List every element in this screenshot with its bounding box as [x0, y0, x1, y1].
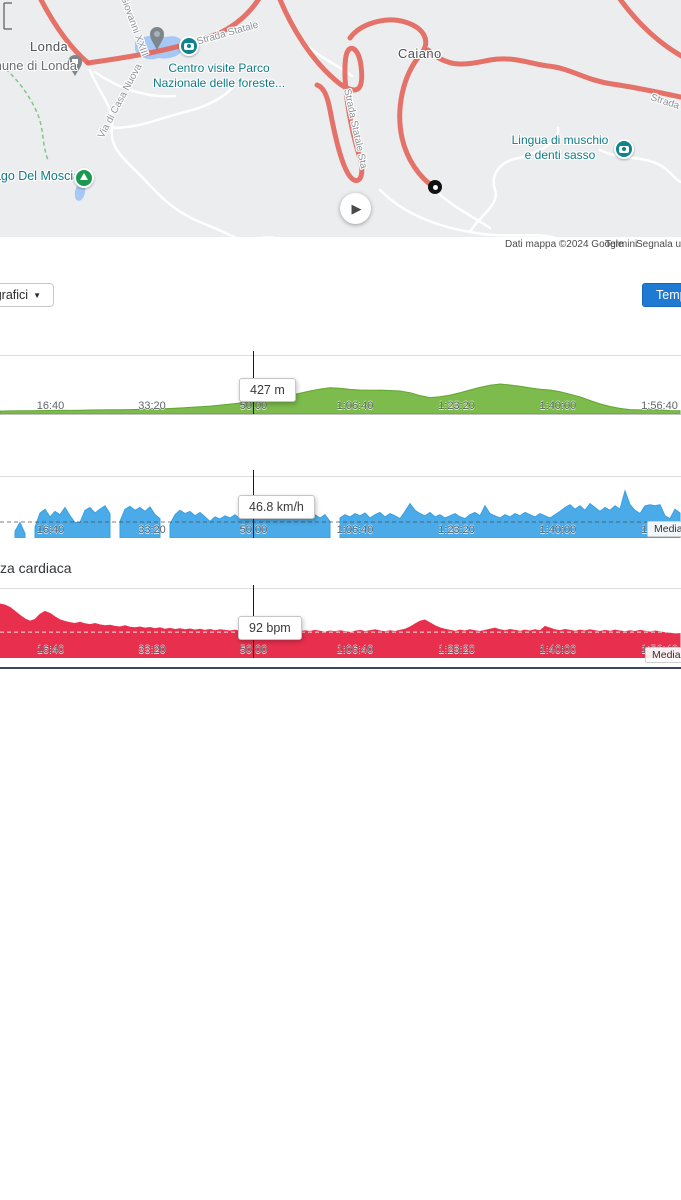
heart-rate-average-label: Media	[645, 647, 681, 663]
chevron-down-icon: ▼	[33, 291, 41, 300]
axis-tick-label: 33:20	[138, 400, 166, 412]
map-trail-path	[0, 60, 48, 160]
camera-pin-icon[interactable]	[614, 139, 634, 159]
tempo-toggle-button[interactable]: Tempo	[642, 283, 681, 307]
position-marker	[428, 180, 442, 194]
tree-pin-icon[interactable]	[74, 168, 94, 188]
scale-ruler-icon	[0, 0, 14, 32]
axis-tick-label: 1:06:40	[337, 644, 374, 656]
axis-tick-label: 33:20	[138, 644, 166, 656]
heart-rate-tooltip: 92 bpm	[238, 616, 302, 640]
map-terms-link[interactable]: Termini	[605, 239, 637, 250]
map-label-centro-visite: Centro visite Parco Nazionale delle fore…	[140, 61, 298, 91]
heart-rate-section-title: za cardiaca	[0, 560, 72, 576]
axis-tick-label: 1:40:00	[540, 644, 577, 656]
axis-tick-label: 16:40	[37, 400, 65, 412]
speed-tooltip: 46.8 km/h	[238, 495, 315, 519]
playback-button[interactable]: ▶	[340, 193, 371, 224]
heart-rate-chart[interactable]: 92 bpm Media 16:4033:2050:001:06:401:23:…	[0, 588, 681, 658]
elevation-chart[interactable]: 427 m 16:4033:2050:001:06:401:23:201:40:…	[0, 355, 681, 415]
map-label-londa: Londa	[30, 39, 68, 54]
axis-tick-label: 1:06:40	[337, 524, 374, 536]
axis-tick-label: 1:06:40	[337, 400, 374, 412]
axis-tick-label: 16:40	[37, 644, 65, 656]
map-label-caiano: Caiano	[398, 46, 442, 61]
axis-tick-label: 1:40:00	[540, 400, 577, 412]
speed-chart[interactable]: 46.8 km/h Media 16:4033:2050:001:06:401:…	[0, 476, 681, 538]
camera-pin-icon[interactable]	[179, 36, 199, 56]
play-icon: ▶	[352, 201, 362, 217]
section-divider	[0, 667, 681, 669]
axis-tick-label: 1:40:00	[540, 524, 577, 536]
route-map[interactable]: Londa Caiano mune di Londa Centro visite…	[0, 0, 681, 237]
axis-tick-label: 16:40	[37, 524, 65, 536]
activity-analysis-page: Londa Caiano mune di Londa Centro visite…	[0, 0, 681, 1200]
map-label-lago: Lago Del Moscia	[0, 169, 80, 184]
map-report-link[interactable]: Segnala un	[636, 239, 681, 250]
axis-tick-label: 1:23:20	[438, 400, 475, 412]
axis-tick-label: 1:23:20	[438, 644, 475, 656]
axis-tick-label: 1:56:40	[641, 400, 678, 412]
charts-dropdown-button[interactable]: a grafici ▼	[0, 283, 54, 307]
axis-tick-label: 1:23:20	[438, 524, 475, 536]
map-label-lingua: Lingua di muschio e denti sasso	[500, 133, 620, 163]
elevation-tooltip: 427 m	[239, 378, 296, 402]
speed-average-label: Media	[647, 521, 681, 537]
axis-tick-label: 33:20	[138, 524, 166, 536]
map-label-comune-di-londa: mune di Londa	[0, 58, 77, 73]
